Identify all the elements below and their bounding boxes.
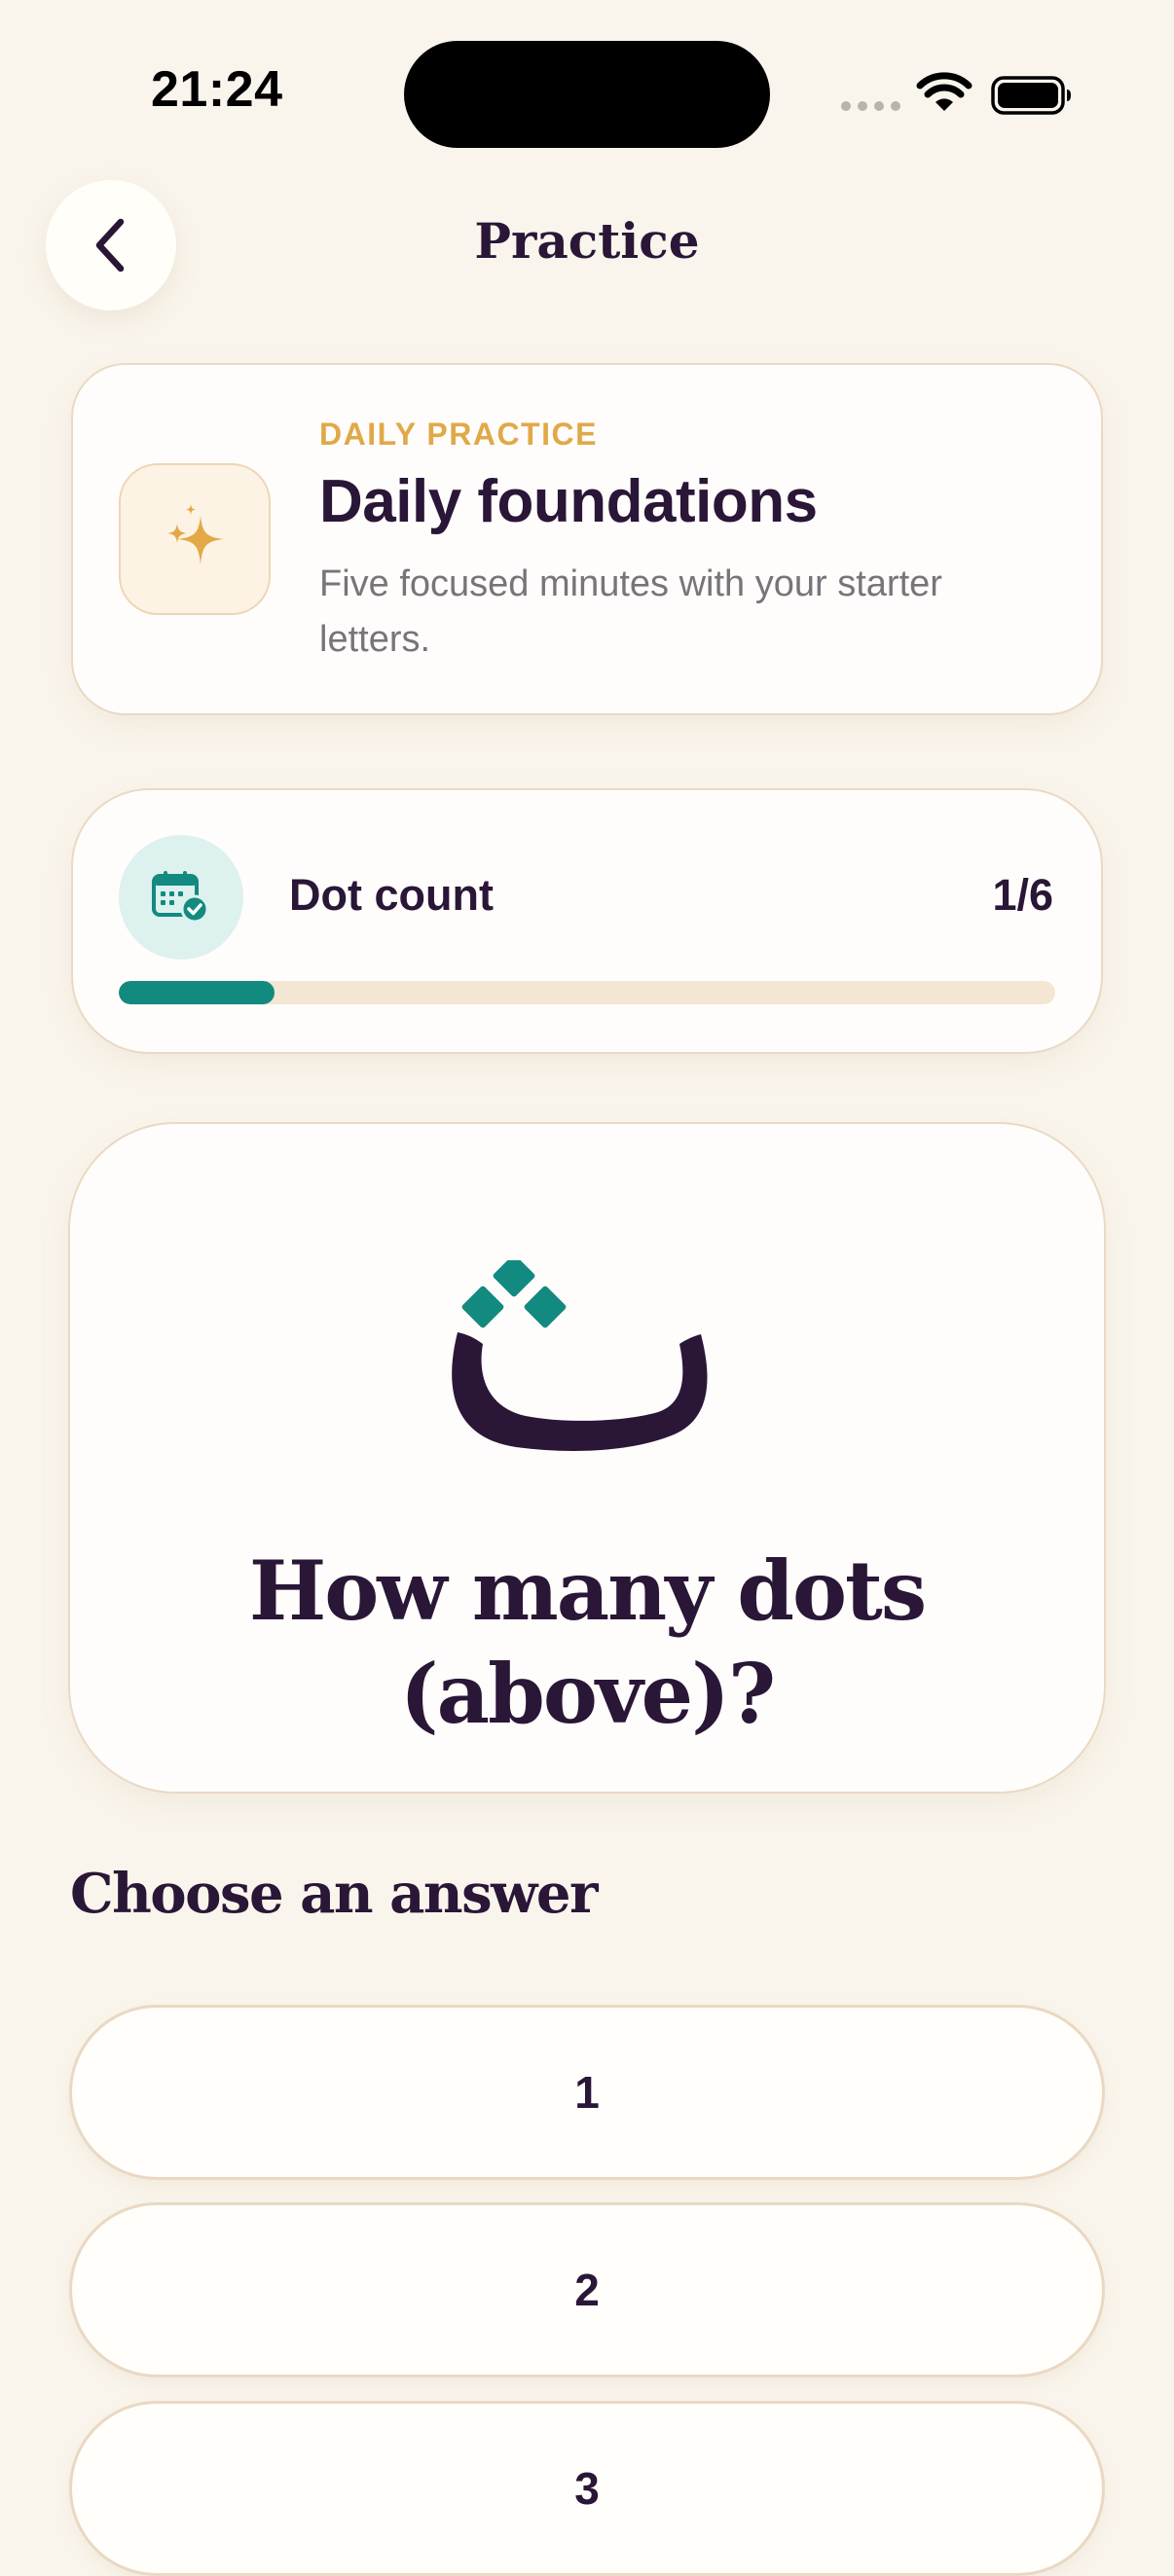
progress-bar-fill [119, 981, 275, 1004]
battery-icon [991, 76, 1071, 115]
question-prompt: How many dots (above)? [248, 1542, 927, 1742]
status-time: 21:24 [151, 61, 283, 118]
progress-bar [119, 981, 1055, 1004]
sparkles-icon [167, 504, 224, 564]
dynamic-island [404, 41, 770, 148]
daily-practice-title: Daily foundations [319, 468, 818, 535]
daily-practice-subtitle: Five focused minutes with your starter l… [319, 563, 942, 660]
calendar-icon-badge [119, 835, 243, 960]
calendar-check-icon [152, 871, 209, 924]
wifi-icon [916, 72, 972, 111]
answer-option-1[interactable]: 1 [69, 2005, 1105, 2180]
cellular-signal-icon [841, 101, 900, 111]
page-title: Practice [474, 212, 700, 270]
answers-heading: Choose an answer [70, 1862, 599, 1926]
answer-option-3[interactable]: 3 [69, 2401, 1105, 2576]
arabic-letter-glyph [452, 1260, 708, 1451]
progress-count: 1/6 [992, 870, 1053, 920]
sparkles-icon-tile [119, 463, 271, 615]
daily-practice-tag: DAILY PRACTICE [319, 417, 598, 452]
answer-option-2[interactable]: 2 [69, 2202, 1105, 2377]
progress-label: Dot count [289, 870, 494, 920]
